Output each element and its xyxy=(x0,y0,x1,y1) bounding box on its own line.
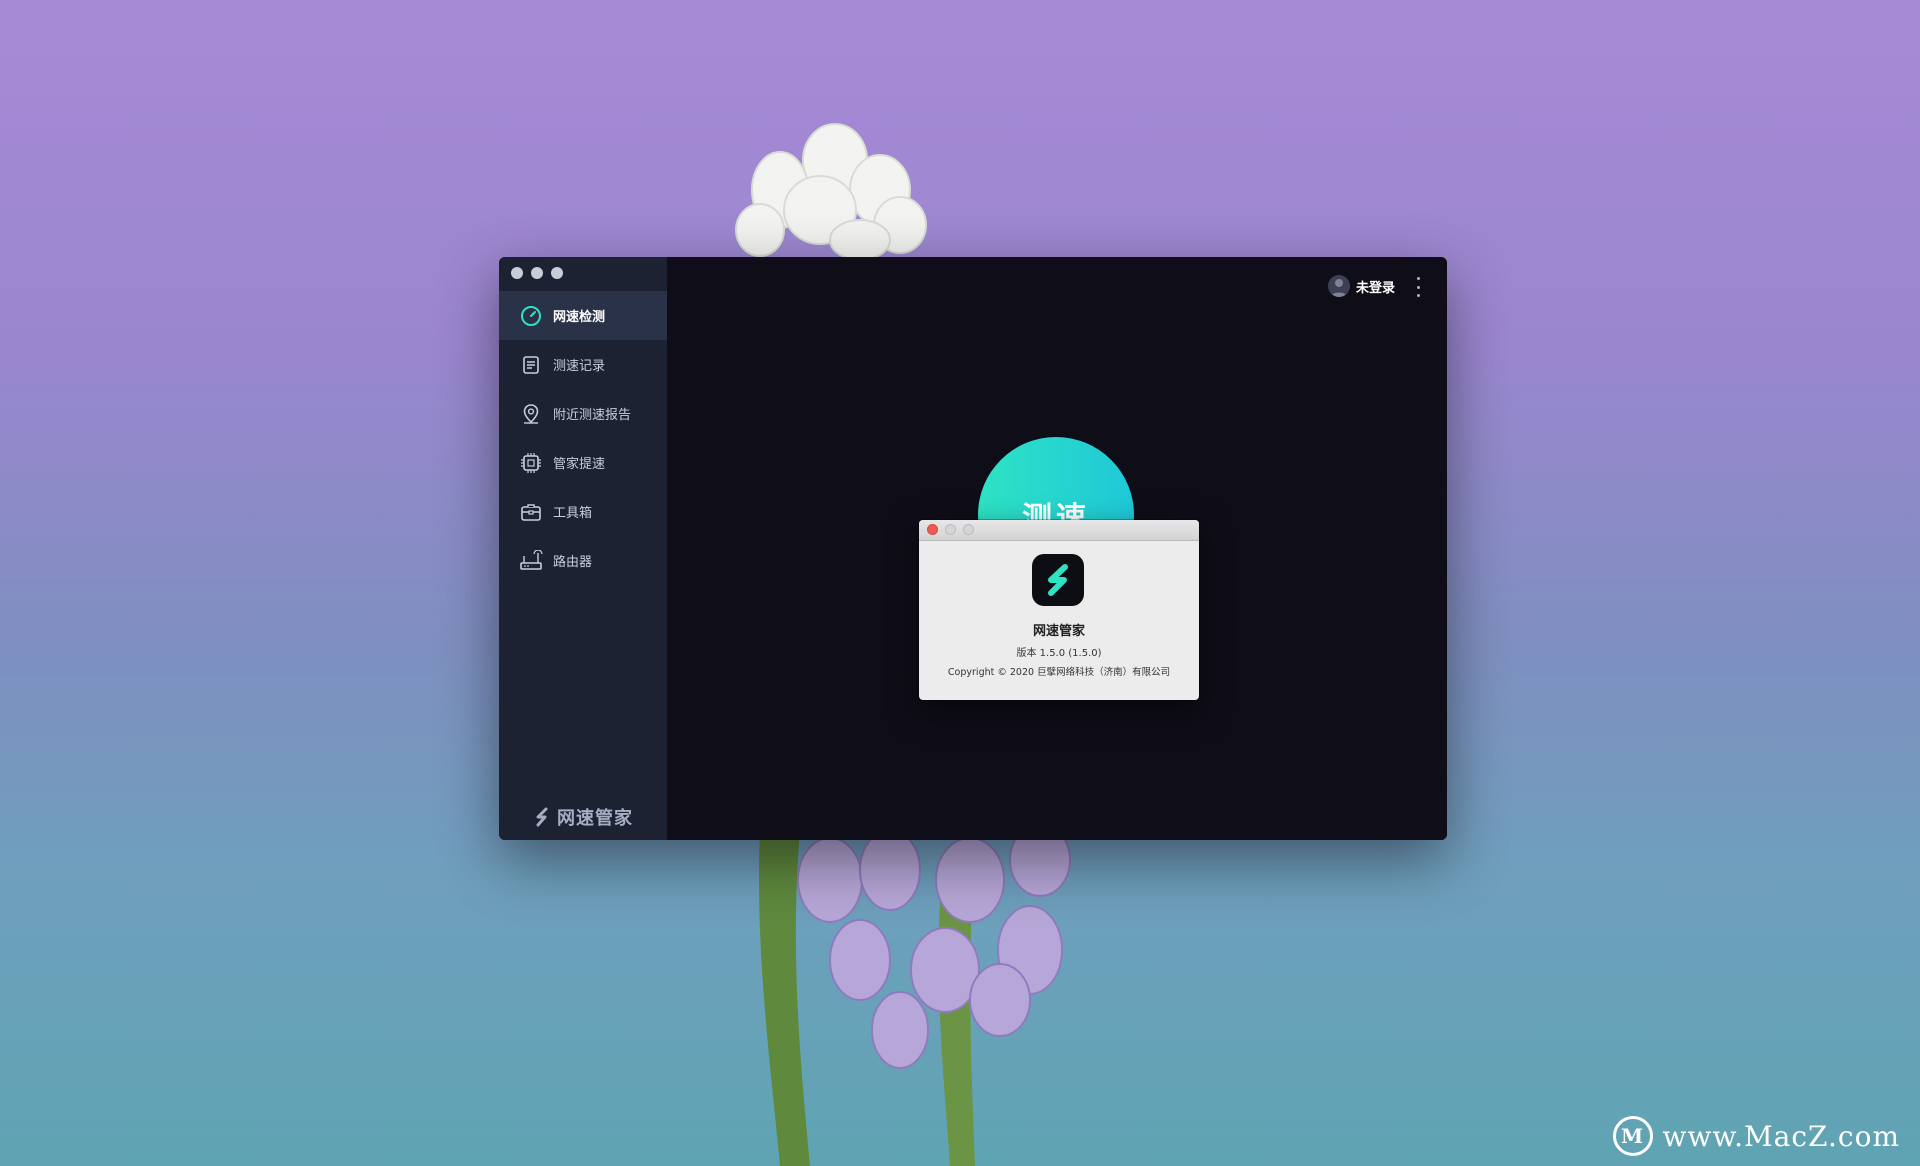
brand-s-icon xyxy=(536,807,548,827)
account-label: 未登录 xyxy=(1355,280,1395,296)
location-pin-icon xyxy=(519,402,543,426)
brand-logo: 网速管家 xyxy=(531,804,633,830)
sidebar-item-label: 管家提速 xyxy=(553,457,606,472)
about-version: 版本 1.5.0 (1.5.0) xyxy=(1016,648,1102,659)
about-app-name: 网速管家 xyxy=(1032,624,1085,639)
brand-name: 网速管家 xyxy=(557,808,633,829)
avatar-icon xyxy=(1327,275,1350,297)
about-close-button[interactable] xyxy=(927,524,938,535)
about-minimize-button xyxy=(945,524,956,535)
sidebar-item-router[interactable]: 路由器 xyxy=(499,536,667,585)
document-icon xyxy=(519,353,543,377)
sidebar-item-speed-test[interactable]: 网速检测 xyxy=(499,291,667,340)
about-copyright: Copyright © 2020 巨擘网络科技（济南）有限公司 xyxy=(947,667,1171,678)
more-options-icon[interactable] xyxy=(1415,277,1421,297)
sidebar-item-speed-records[interactable]: 测速记录 xyxy=(499,340,667,389)
close-window-button[interactable] xyxy=(511,267,523,279)
sidebar-item-boost[interactable]: 管家提速 xyxy=(499,438,667,487)
window-controls xyxy=(511,267,563,279)
router-icon xyxy=(519,549,543,573)
minimize-window-button[interactable] xyxy=(531,267,543,279)
sidebar-item-label: 网速检测 xyxy=(553,310,606,325)
sidebar: 网速检测 测速记录 附近测速报告 管家提速 工具箱 路由器 网速管家 xyxy=(499,257,667,840)
watermark-text: www.MacZ.com xyxy=(1662,1119,1900,1153)
sidebar-item-label: 测速记录 xyxy=(553,359,606,374)
about-titlebar xyxy=(919,520,1199,541)
sidebar-item-nearby-reports[interactable]: 附近测速报告 xyxy=(499,389,667,438)
sidebar-item-label: 路由器 xyxy=(553,555,593,570)
app-icon xyxy=(1032,554,1084,606)
chip-icon xyxy=(519,451,543,475)
speedometer-icon xyxy=(519,304,543,328)
toolbox-icon xyxy=(519,500,543,524)
about-dialog: 网速管家 版本 1.5.0 (1.5.0) Copyright © 2020 巨… xyxy=(919,520,1199,700)
macz-logo-icon: M xyxy=(1612,1116,1653,1156)
sidebar-item-label: 附近测速报告 xyxy=(553,408,632,423)
about-zoom-button xyxy=(963,524,974,535)
sidebar-item-label: 工具箱 xyxy=(553,506,593,521)
watermark: M www.MacZ.com xyxy=(1612,1116,1900,1156)
sidebar-nav: 网速检测 测速记录 附近测速报告 管家提速 工具箱 路由器 xyxy=(499,291,667,585)
zoom-window-button[interactable] xyxy=(551,267,563,279)
sidebar-item-toolbox[interactable]: 工具箱 xyxy=(499,487,667,536)
account-button[interactable]: 未登录 xyxy=(1327,275,1395,297)
